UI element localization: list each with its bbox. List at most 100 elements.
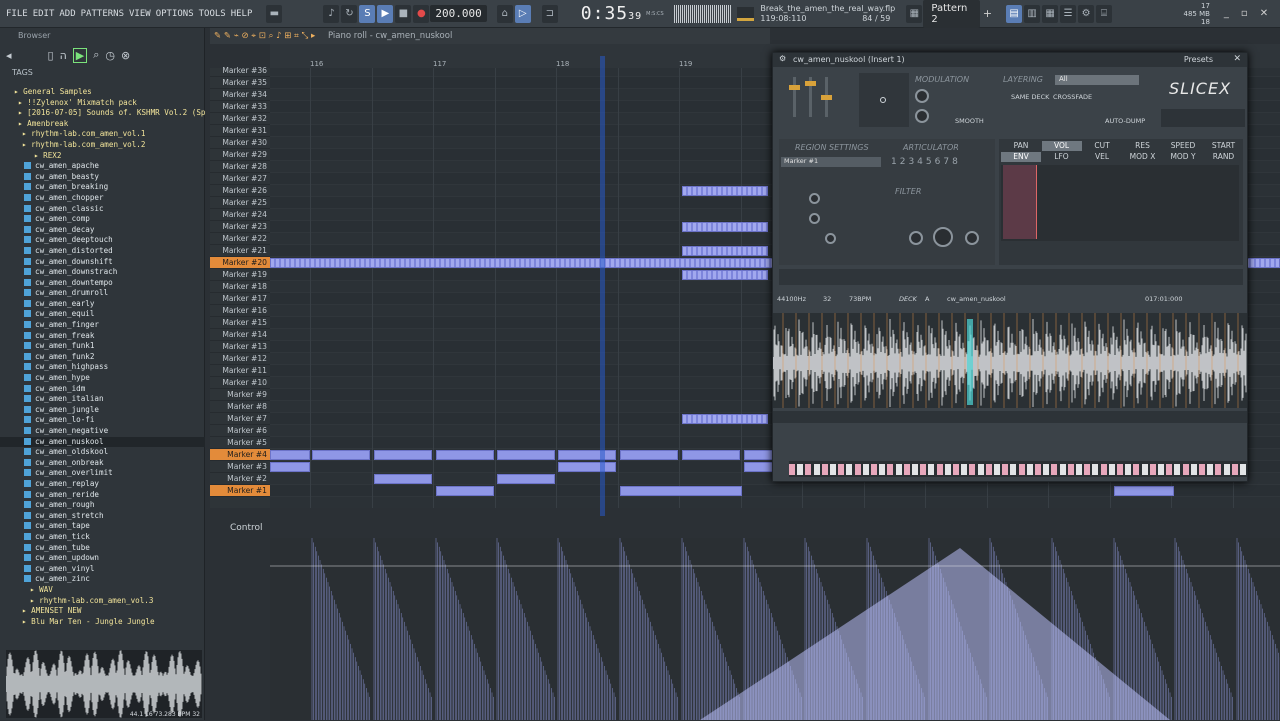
tab-mod-y[interactable]: MOD Y — [1163, 152, 1203, 162]
browser-file[interactable]: cw_amen_equil — [0, 309, 205, 320]
slice-key[interactable] — [805, 464, 812, 475]
note[interactable] — [682, 270, 768, 280]
note[interactable] — [558, 450, 616, 460]
marker-key[interactable]: Marker #23 — [210, 221, 270, 233]
marker-key[interactable]: Marker #3 — [210, 461, 270, 473]
tab-vel[interactable]: VEL — [1082, 152, 1122, 162]
slice-key[interactable] — [862, 464, 869, 475]
marker-key[interactable]: Marker #27 — [210, 173, 270, 185]
marker-key[interactable]: Marker #14 — [210, 329, 270, 341]
browser-file[interactable]: cw_amen_apache — [0, 161, 205, 172]
browser-preview-icon[interactable]: ▶ — [72, 47, 88, 63]
note[interactable] — [620, 486, 742, 496]
pattern-selector[interactable]: Pattern 2 — [923, 0, 980, 28]
browser-folder[interactable]: ▸ [2016-07-05] Sounds of. KSHMR Vol.2 (S… — [0, 108, 205, 119]
menu-item-add[interactable]: ADD — [59, 9, 75, 19]
slice-key[interactable] — [1231, 464, 1238, 475]
countdown-icon[interactable]: ⊐ — [541, 4, 558, 23]
tempo-display[interactable]: 200.000 — [430, 5, 487, 22]
slice-key[interactable] — [797, 464, 804, 475]
slice-key[interactable] — [879, 464, 886, 475]
marker-key[interactable]: Marker #13 — [210, 341, 270, 353]
control-label[interactable]: Control — [230, 523, 263, 533]
marker-key[interactable]: Marker #18 — [210, 281, 270, 293]
slice-key[interactable] — [871, 464, 877, 475]
marker-key[interactable]: Marker #26 — [210, 185, 270, 197]
mod-y-knob[interactable] — [915, 109, 929, 123]
slice-key[interactable] — [1174, 464, 1181, 475]
browser-folder[interactable]: ▸ rhythm-lab.com_amen_vol.2 — [0, 140, 205, 151]
browser-file[interactable]: cw_amen_overlimit — [0, 468, 205, 479]
browser-file[interactable]: cw_amen_negative — [0, 426, 205, 437]
slice-key[interactable] — [1018, 464, 1025, 475]
browser-file[interactable]: cw_amen_comp — [0, 214, 205, 225]
browser-search-icon[interactable]: ⌕ — [93, 48, 99, 62]
note[interactable] — [682, 414, 768, 424]
slice-key[interactable] — [1035, 464, 1041, 475]
browser-filter-icon[interactable]: ה — [60, 49, 67, 62]
browser-file[interactable]: cw_amen_hype — [0, 373, 205, 384]
marker-key[interactable]: Marker #24 — [210, 209, 270, 221]
browser-file[interactable]: cw_amen_reride — [0, 490, 205, 501]
marker-key[interactable]: Marker #1 — [210, 485, 270, 497]
slice-key[interactable] — [1166, 464, 1173, 475]
browser-folder[interactable]: ▸ AMENSET NEW — [0, 606, 205, 617]
browser-file[interactable]: cw_amen_tape — [0, 521, 205, 532]
slice-key[interactable] — [1158, 464, 1164, 475]
marker-key[interactable]: Marker #25 — [210, 197, 270, 209]
slice-key[interactable] — [1215, 464, 1222, 475]
cut-knob[interactable] — [933, 227, 953, 247]
marker-key[interactable]: Marker #36 — [210, 65, 270, 77]
window-controls[interactable]: _▫✕ — [1224, 8, 1280, 19]
browser-file[interactable]: cw_amen_idm — [0, 384, 205, 395]
browser-file[interactable]: cw_amen_stretch — [0, 511, 205, 522]
slice-key[interactable] — [1182, 464, 1189, 475]
browser-file[interactable]: cw_amen_italian — [0, 394, 205, 405]
note[interactable] — [270, 450, 310, 460]
browser-file[interactable]: cw_amen_beasty — [0, 172, 205, 183]
slice-key[interactable] — [903, 464, 910, 475]
layering-select[interactable]: All — [1055, 75, 1139, 85]
browser-file[interactable]: cw_amen_breaking — [0, 182, 205, 193]
record-button[interactable]: ● — [413, 4, 430, 23]
note[interactable] — [744, 462, 774, 472]
browser-file[interactable]: cw_amen_decay — [0, 225, 205, 236]
marker-key[interactable]: Marker #30 — [210, 137, 270, 149]
slice-key[interactable] — [1043, 464, 1050, 475]
slice-key[interactable] — [944, 464, 951, 475]
slice-key[interactable] — [1051, 464, 1058, 475]
tab-lfo[interactable]: LFO — [1042, 152, 1082, 162]
playlist-icon[interactable]: ▤ — [1006, 4, 1023, 23]
marker-key[interactable]: Marker #31 — [210, 125, 270, 137]
browser-file[interactable]: cw_amen_classic — [0, 204, 205, 215]
browser-file[interactable]: cw_amen_downshift — [0, 257, 205, 268]
slice-key[interactable] — [1117, 464, 1123, 475]
tab-pan[interactable]: PAN — [1001, 141, 1041, 151]
slice-key[interactable] — [994, 464, 1000, 475]
browser-file[interactable]: cw_amen_tick — [0, 532, 205, 543]
browser-file[interactable]: cw_amen_funk2 — [0, 352, 205, 363]
speed-knob[interactable] — [825, 233, 836, 244]
marker-key[interactable]: Marker #7 — [210, 413, 270, 425]
slice-key[interactable] — [830, 464, 836, 475]
waveform-scroll[interactable] — [773, 411, 1247, 423]
marker-key[interactable]: Marker #22 — [210, 233, 270, 245]
slice-key[interactable] — [1010, 464, 1017, 475]
marker-key[interactable]: Marker #20 — [210, 257, 270, 269]
marker-key[interactable]: Marker #16 — [210, 305, 270, 317]
tab-start[interactable]: START — [1204, 141, 1244, 151]
tab-res[interactable]: RES — [1123, 141, 1163, 151]
browser-file[interactable]: cw_amen_tube — [0, 543, 205, 554]
note[interactable] — [312, 450, 370, 460]
browser-folder[interactable]: ▸ rhythm-lab.com_amen_vol.3 — [0, 596, 205, 607]
slice-key[interactable] — [1108, 464, 1115, 475]
slicex-titlebar[interactable]: ⚙ cw_amen_nuskool (Insert 1) Presets ✕ — [773, 53, 1247, 67]
slice-key[interactable] — [1207, 464, 1214, 475]
slice-key[interactable] — [846, 464, 853, 475]
plugin-picker-icon[interactable]: ⚙ — [1078, 4, 1095, 23]
slice-key[interactable] — [1125, 464, 1132, 475]
slice-key[interactable] — [1084, 464, 1091, 475]
marker-key[interactable]: Marker #4 — [210, 449, 270, 461]
browser-file[interactable]: cw_amen_vinyl — [0, 564, 205, 575]
wait-for-input-icon[interactable]: ▷ — [514, 4, 531, 23]
